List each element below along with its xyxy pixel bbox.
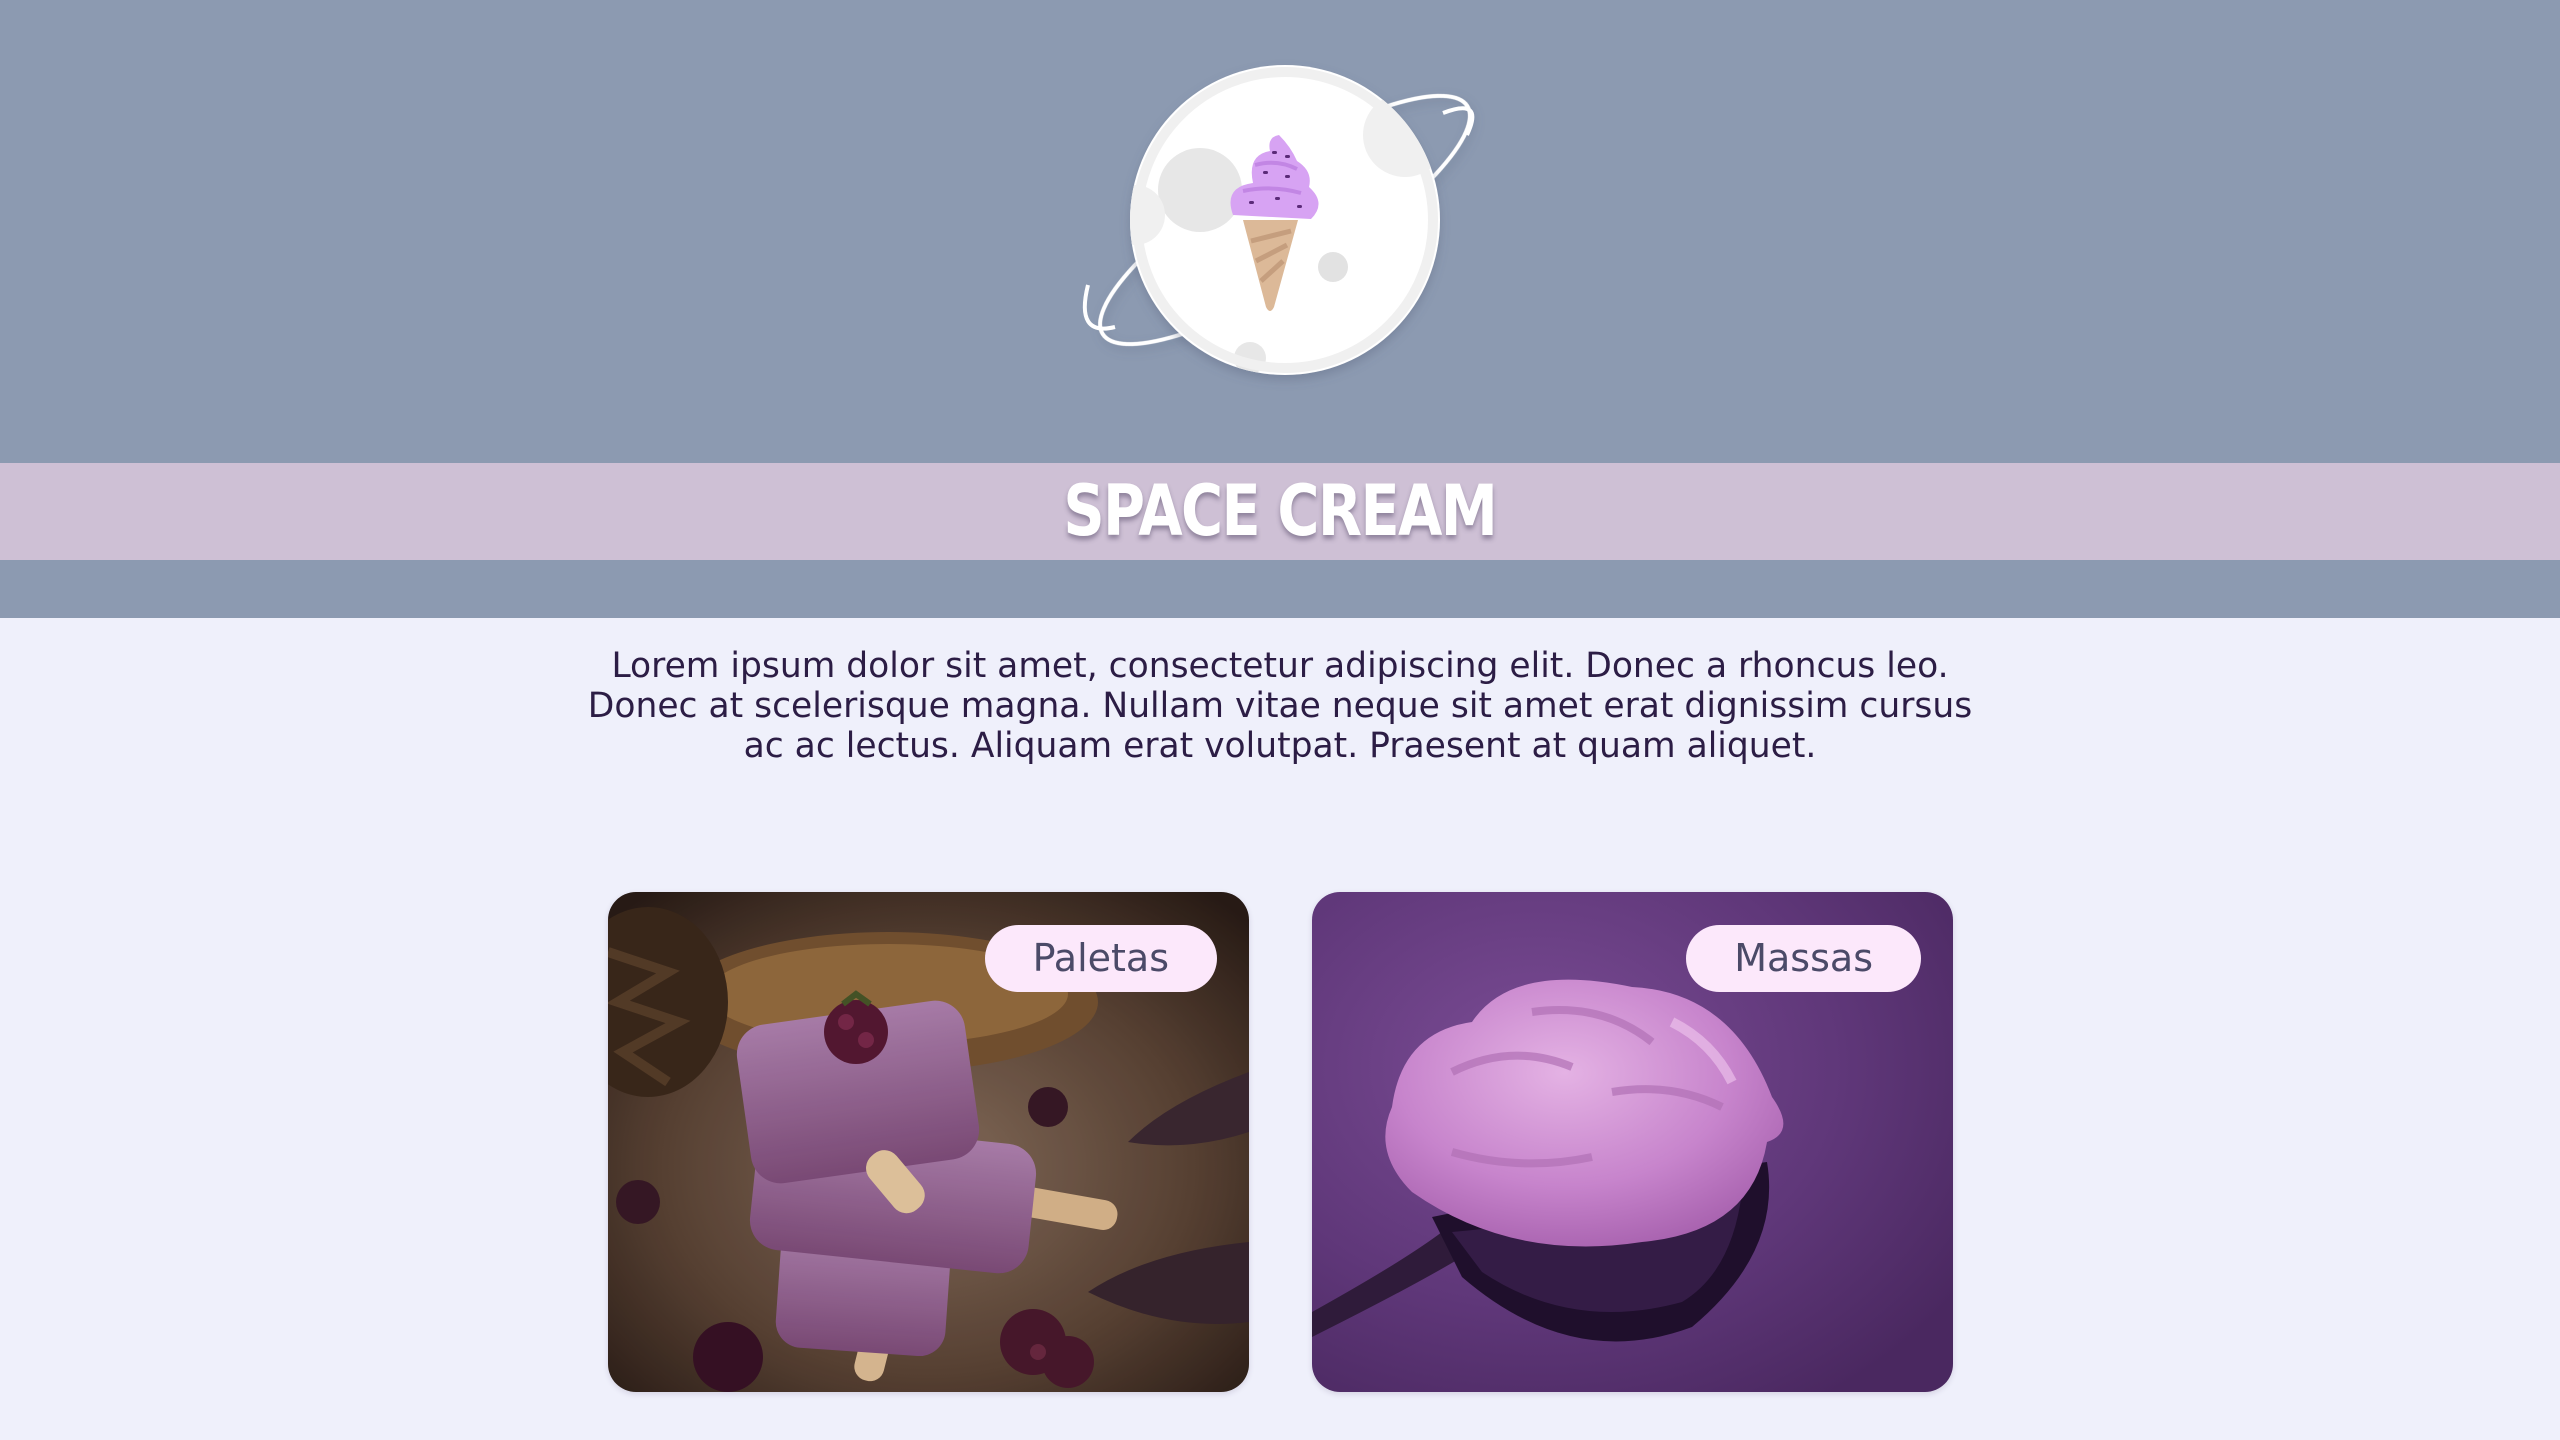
intro-text: Lorem ipsum dolor sit amet, consectetur …	[587, 646, 1973, 766]
ice-cream-planet-icon[interactable]	[1075, 55, 1495, 395]
site-header: SPACE CREAM	[0, 0, 2560, 618]
card-label-paletas[interactable]: Paletas	[984, 925, 1217, 992]
category-card-paletas[interactable]: Paletas	[608, 892, 1249, 1392]
card-label-massas[interactable]: Massas	[1686, 925, 1921, 992]
site-title: SPACE CREAM	[1063, 470, 1498, 552]
page: SPACE CREAM Lorem ipsum dolor sit amet, …	[0, 0, 2560, 1440]
category-card-massas[interactable]: Massas	[1312, 892, 1953, 1392]
